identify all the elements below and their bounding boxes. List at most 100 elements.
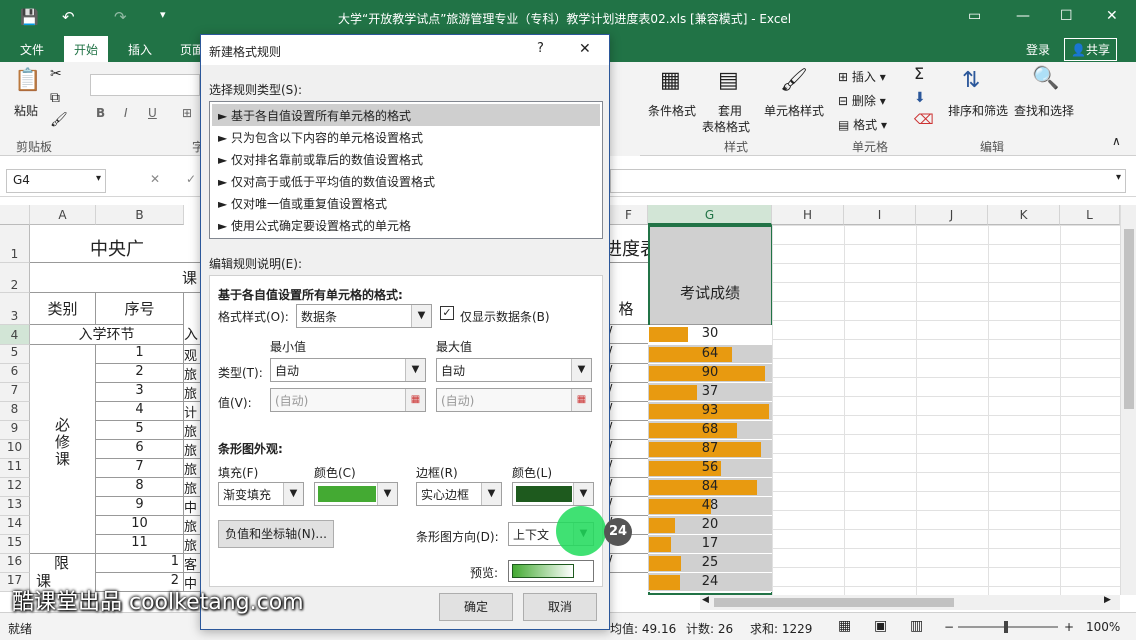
page-break-icon[interactable]: ▥: [910, 618, 923, 634]
clear-icon[interactable]: ⌫: [914, 112, 934, 128]
score-cell[interactable]: 84: [648, 478, 772, 497]
score-cell[interactable]: 93: [648, 402, 772, 421]
f-cell[interactable]: /: [604, 345, 648, 364]
hscroll-thumb[interactable]: [714, 598, 954, 607]
score-cell[interactable]: 48: [648, 497, 772, 516]
underline-button[interactable]: U: [148, 106, 157, 120]
header-number[interactable]: 序号: [96, 293, 184, 325]
conditional-format-button[interactable]: 条件格式: [648, 102, 696, 119]
tab-home[interactable]: 开始: [64, 36, 109, 62]
max-value-input[interactable]: (自动) ▦: [436, 388, 592, 412]
page-layout-icon[interactable]: ▣: [874, 618, 887, 634]
row-header[interactable]: 13: [0, 497, 30, 516]
rule-item[interactable]: ► 只为包含以下内容的单元格设置格式: [212, 126, 600, 148]
format-table-button[interactable]: 套用: [718, 102, 742, 119]
format-style-select[interactable]: 数据条 ▼: [296, 304, 432, 328]
score-cell[interactable]: 64: [648, 345, 772, 364]
col-header[interactable]: B: [96, 205, 184, 225]
range-picker-icon[interactable]: ▦: [405, 389, 425, 411]
redo-icon[interactable]: ↷: [114, 8, 127, 26]
vertical-scrollbar[interactable]: [1120, 205, 1136, 595]
undo-icon[interactable]: ↶: [62, 8, 75, 26]
fill-color-picker[interactable]: ▼: [314, 482, 398, 506]
col-header[interactable]: J: [916, 205, 988, 225]
number-cell[interactable]: 8: [96, 478, 184, 497]
score-cell[interactable]: 25: [648, 554, 772, 573]
border-color-picker[interactable]: ▼: [512, 482, 594, 506]
fill-down-icon[interactable]: ⬇: [914, 90, 926, 106]
rule-item[interactable]: ► 仅对排名靠前或靠后的数值设置格式: [212, 148, 600, 170]
col-header[interactable]: I: [844, 205, 916, 225]
rule-item[interactable]: ► 基于各自值设置所有单元格的格式: [212, 104, 600, 126]
number-cell[interactable]: 6: [96, 440, 184, 459]
score-cell[interactable]: 24: [648, 573, 772, 592]
row-header[interactable]: 10: [0, 440, 30, 459]
number-cell[interactable]: 10: [96, 516, 184, 535]
required-course-cell[interactable]: 必 修 课: [30, 345, 96, 554]
zoom-level[interactable]: 100%: [1086, 620, 1120, 634]
scrollbar-thumb[interactable]: [1124, 229, 1134, 409]
show-bar-only-checkbox[interactable]: ✓: [440, 306, 454, 320]
format-cells-button[interactable]: ▤ 格式 ▾: [838, 116, 887, 133]
header-score[interactable]: 考试成绩: [648, 225, 772, 325]
row-header[interactable]: 15: [0, 535, 30, 554]
number-cell[interactable]: 1: [96, 345, 184, 364]
zoom-slider[interactable]: [958, 621, 1058, 633]
minimize-icon[interactable]: —: [1016, 8, 1030, 24]
collapse-ribbon-icon[interactable]: ∧: [1112, 134, 1121, 148]
close-icon[interactable]: ✕: [1106, 8, 1118, 24]
copy-icon[interactable]: ⧉: [50, 90, 60, 106]
number-cell[interactable]: 1: [96, 554, 184, 573]
score-cell[interactable]: 90: [648, 364, 772, 383]
score-cell[interactable]: 20: [648, 516, 772, 535]
sheet-title-end[interactable]: 进度表: [604, 225, 648, 263]
col-header[interactable]: K: [988, 205, 1060, 225]
login-link[interactable]: 登录: [1026, 41, 1050, 58]
row-header[interactable]: 1: [0, 225, 30, 263]
insert-cells-button[interactable]: ⊞ 插入 ▾: [838, 68, 886, 85]
max-type-select[interactable]: 自动 ▼: [436, 358, 592, 382]
f-cell[interactable]: /: [604, 459, 648, 478]
enter-icon[interactable]: ✓: [186, 172, 196, 186]
cancel-icon[interactable]: ✕: [150, 172, 160, 186]
f-cell[interactable]: /: [604, 497, 648, 516]
rule-type-list[interactable]: ► 基于各自值设置所有单元格的格式 ► 只为包含以下内容的单元格设置格式 ► 仅…: [209, 101, 603, 239]
row-header[interactable]: 7: [0, 383, 30, 402]
zoom-slider-thumb[interactable]: [1004, 621, 1008, 633]
customize-icon[interactable]: ▾: [160, 8, 166, 21]
horizontal-scrollbar[interactable]: ◀ ▶: [700, 595, 1120, 610]
sheet-title[interactable]: 中央广: [30, 225, 204, 263]
score-cell[interactable]: 17: [648, 535, 772, 554]
tab-insert[interactable]: 插入: [128, 41, 152, 58]
ribbon-display-icon[interactable]: ▭: [968, 8, 981, 24]
rule-item[interactable]: ► 使用公式确定要设置格式的单元格: [212, 214, 600, 236]
cell-style-icon[interactable]: 🖌: [780, 68, 808, 93]
find-select-button[interactable]: 查找和选择: [1014, 102, 1074, 119]
number-cell[interactable]: 2: [96, 364, 184, 383]
sort-filter-button[interactable]: 排序和筛选: [948, 102, 1008, 119]
col-header[interactable]: G: [648, 205, 772, 225]
fill-select[interactable]: 渐变填充 ▼: [218, 482, 304, 506]
scroll-right-icon[interactable]: ▶: [1104, 595, 1111, 605]
italic-button[interactable]: I: [124, 106, 128, 120]
header-category[interactable]: 类别: [30, 293, 96, 325]
score-cell[interactable]: 87: [648, 440, 772, 459]
row-header[interactable]: 2: [0, 263, 30, 293]
format-painter-icon[interactable]: 🖌: [50, 112, 68, 128]
select-all[interactable]: [0, 205, 30, 225]
intake-cell[interactable]: 入学环节: [30, 325, 184, 345]
number-cell[interactable]: 7: [96, 459, 184, 478]
score-cell[interactable]: 30: [648, 325, 772, 345]
cut-icon[interactable]: ✂: [50, 66, 62, 82]
save-icon[interactable]: 💾: [20, 8, 39, 26]
sort-filter-icon[interactable]: ⇅: [962, 68, 980, 93]
row-header[interactable]: 4: [0, 325, 30, 345]
number-cell[interactable]: 11: [96, 535, 184, 554]
row-header[interactable]: 8: [0, 402, 30, 421]
row-header[interactable]: 6: [0, 364, 30, 383]
row-header[interactable]: 14: [0, 516, 30, 535]
name-box[interactable]: G4 ▾: [6, 169, 106, 193]
paste-label[interactable]: 粘贴: [14, 102, 38, 119]
number-cell[interactable]: 9: [96, 497, 184, 516]
cancel-button[interactable]: 取消: [523, 593, 597, 621]
